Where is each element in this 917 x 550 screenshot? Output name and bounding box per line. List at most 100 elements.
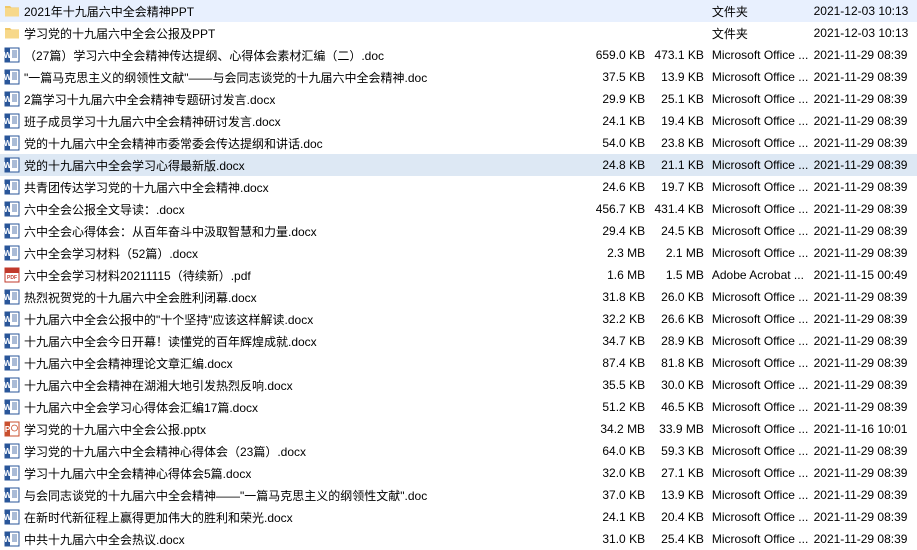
file-row[interactable]: P学习党的十九届六中全会公报.pptx34.2 MB33.9 MBMicroso… <box>0 418 917 440</box>
svg-text:P: P <box>5 425 11 434</box>
file-row[interactable]: W（27篇）学习六中全会精神传达提纲、心得体会素材汇编（二）.doc659.0 … <box>0 44 917 66</box>
file-type: Microsoft Office ... <box>712 290 814 304</box>
file-size: 35.5 KB <box>594 378 653 392</box>
file-type: Microsoft Office ... <box>712 114 814 128</box>
file-type: Microsoft Office ... <box>712 48 814 62</box>
file-row[interactable]: W在新时代新征程上赢得更加伟大的胜利和荣光.docx24.1 KB20.4 KB… <box>0 506 917 528</box>
file-size: 31.8 KB <box>594 290 653 304</box>
file-row[interactable]: W共青团传达学习党的十九届六中全会精神.docx24.6 KB19.7 KBMi… <box>0 176 917 198</box>
file-row[interactable]: W党的十九届六中全会精神市委常委会传达提纲和讲话.doc54.0 KB23.8 … <box>0 132 917 154</box>
file-packed-size: 33.9 MB <box>653 422 712 436</box>
folder-icon <box>4 25 20 41</box>
file-row[interactable]: W热烈祝贺党的十九届六中全会胜利闭幕.docx31.8 KB26.0 KBMic… <box>0 286 917 308</box>
word-icon: W <box>4 157 20 173</box>
file-name: 中共十九届六中全会热议.docx <box>24 531 185 548</box>
file-size: 24.6 KB <box>594 180 653 194</box>
file-size: 24.1 KB <box>594 510 653 524</box>
file-row[interactable]: W 六中全会心得体会：从百年奋斗中汲取智慧和力量.docx 29.4 KB24.5 … <box>0 220 917 242</box>
file-type: Microsoft Office ... <box>712 334 814 348</box>
file-date: 2021-11-29 08:39 <box>814 400 917 414</box>
file-name: 十九届六中全会精神在湖湘大地引发热烈反响.docx <box>24 377 293 394</box>
folder-row[interactable]: 2021年十九届六中全会精神PPT文件夹2021-12-03 10:13 <box>0 0 917 22</box>
file-row[interactable]: W与会同志谈党的十九届六中全会精神——"一篇马克思主义的纲领性文献".doc37… <box>0 484 917 506</box>
svg-text:W: W <box>4 381 12 390</box>
word-icon: W <box>4 179 20 195</box>
file-type: Microsoft Office ... <box>712 202 814 216</box>
word-icon: W <box>4 443 20 459</box>
file-row[interactable]: W十九届六中全会今日开幕！读懂党的百年辉煌成就.docx34.7 KB28.9 … <box>0 330 917 352</box>
file-date: 2021-11-29 08:39 <box>814 48 917 62</box>
svg-text:PDF: PDF <box>7 275 17 281</box>
file-packed-size: 19.4 KB <box>653 114 712 128</box>
file-type: Microsoft Office ... <box>712 180 814 194</box>
file-date: 2021-11-29 08:39 <box>814 290 917 304</box>
word-icon: W <box>4 113 20 129</box>
file-date: 2021-11-29 08:39 <box>814 70 917 84</box>
file-packed-size: 23.8 KB <box>653 136 712 150</box>
file-size: 87.4 KB <box>594 356 653 370</box>
file-name: 2篇学习十九届六中全会精神专题研讨发言.docx <box>24 91 275 108</box>
word-icon: W <box>4 465 20 481</box>
file-name: 与会同志谈党的十九届六中全会精神——"一篇马克思主义的纲领性文献".doc <box>24 487 427 504</box>
svg-text:W: W <box>4 315 12 324</box>
file-type: Microsoft Office ... <box>712 224 814 238</box>
folder-row[interactable]: 学习党的十九届六中全会公报及PPT文件夹2021-12-03 10:13 <box>0 22 917 44</box>
file-row[interactable]: W中共十九届六中全会热议.docx31.0 KB25.4 KBMicrosoft… <box>0 528 917 550</box>
svg-text:W: W <box>4 95 12 104</box>
word-icon: W <box>4 135 20 151</box>
file-name: "一篇马克思主义的纲领性文献"——与会同志谈党的十九届六中全会精神.doc <box>24 69 427 86</box>
word-icon: W <box>4 399 20 415</box>
word-icon: W <box>4 91 20 107</box>
file-name: 十九届六中全会学习心得体会汇编17篇.docx <box>24 399 258 416</box>
file-packed-size: 431.4 KB <box>653 202 712 216</box>
file-row[interactable]: W六中全会公报全文导读：.docx456.7 KB431.4 KBMicroso… <box>0 198 917 220</box>
file-name: 热烈祝贺党的十九届六中全会胜利闭幕.docx <box>24 289 257 306</box>
file-size: 29.4 KB <box>594 224 653 238</box>
svg-text:W: W <box>4 293 12 302</box>
file-packed-size: 1.5 MB <box>653 268 712 282</box>
file-row[interactable]: W十九届六中全会学习心得体会汇编17篇.docx51.2 KB46.5 KBMi… <box>0 396 917 418</box>
file-size: 659.0 KB <box>594 48 653 62</box>
svg-text:W: W <box>4 227 12 236</box>
file-packed-size: 20.4 KB <box>653 510 712 524</box>
file-row[interactable]: W十九届六中全会公报中的"十个坚持"应该这样解读.docx32.2 KB26.6… <box>0 308 917 330</box>
file-date: 2021-12-03 10:13 <box>814 4 917 18</box>
file-date: 2021-11-29 08:39 <box>814 92 917 106</box>
svg-text:W: W <box>4 469 12 478</box>
file-row[interactable]: W十九届六中全会精神理论文章汇编.docx87.4 KB81.8 KBMicro… <box>0 352 917 374</box>
file-row[interactable]: W六中全会学习材料（52篇）.docx2.3 MB2.1 MBMicrosoft… <box>0 242 917 264</box>
file-name: 班子成员学习十九届六中全会精神研讨发言.docx <box>24 113 281 130</box>
file-name: 六中全会学习材料（52篇）.docx <box>24 245 198 262</box>
file-date: 2021-11-29 08:39 <box>814 532 917 546</box>
file-row[interactable]: W学习十九届六中全会精神心得体会5篇.docx32.0 KB27.1 KBMic… <box>0 462 917 484</box>
file-type: Microsoft Office ... <box>712 488 814 502</box>
file-type: Microsoft Office ... <box>712 312 814 326</box>
word-icon: W <box>4 245 20 261</box>
file-row[interactable]: W学习党的十九届六中全会精神心得体会（23篇）.docx64.0 KB59.3 … <box>0 440 917 462</box>
svg-text:W: W <box>4 117 12 126</box>
file-row[interactable]: W2篇学习十九届六中全会精神专题研讨发言.docx29.9 KB25.1 KBM… <box>0 88 917 110</box>
file-type: Microsoft Office ... <box>712 92 814 106</box>
file-row[interactable]: W"一篇马克思主义的纲领性文献"——与会同志谈党的十九届六中全会精神.doc37… <box>0 66 917 88</box>
file-date: 2021-11-15 00:49 <box>814 268 917 282</box>
file-row[interactable]: W 班子成员学习十九届六中全会精神研讨发言.docx 24.1 KB19.4 KBM… <box>0 110 917 132</box>
svg-text:W: W <box>4 249 12 258</box>
file-packed-size: 24.5 KB <box>653 224 712 238</box>
file-row[interactable]: W十九届六中全会精神在湖湘大地引发热烈反响.docx35.5 KB30.0 KB… <box>0 374 917 396</box>
file-row[interactable]: W党的十九届六中全会学习心得最新版.docx24.8 KB21.1 KBMicr… <box>0 154 917 176</box>
file-name: 六中全会心得体会：从百年奋斗中汲取智慧和力量.docx <box>24 223 317 240</box>
file-row[interactable]: PDF六中全会学习材料20211115（待续新）.pdf1.6 MB1.5 MB… <box>0 264 917 286</box>
file-name: （27篇）学习六中全会精神传达提纲、心得体会素材汇编（二）.doc <box>24 47 384 64</box>
svg-text:W: W <box>4 139 12 148</box>
file-name: 学习十九届六中全会精神心得体会5篇.docx <box>24 465 251 482</box>
file-size: 32.2 KB <box>594 312 653 326</box>
file-date: 2021-11-29 08:39 <box>814 444 917 458</box>
file-name: 六中全会学习材料20211115（待续新）.pdf <box>24 267 251 284</box>
svg-text:W: W <box>4 73 12 82</box>
svg-text:W: W <box>4 183 12 192</box>
file-date: 2021-11-29 08:39 <box>814 224 917 238</box>
file-name: 共青团传达学习党的十九届六中全会精神.docx <box>24 179 269 196</box>
file-size: 24.1 KB <box>594 114 653 128</box>
file-size: 34.2 MB <box>594 422 653 436</box>
file-name: 十九届六中全会今日开幕！读懂党的百年辉煌成就.docx <box>24 333 317 350</box>
